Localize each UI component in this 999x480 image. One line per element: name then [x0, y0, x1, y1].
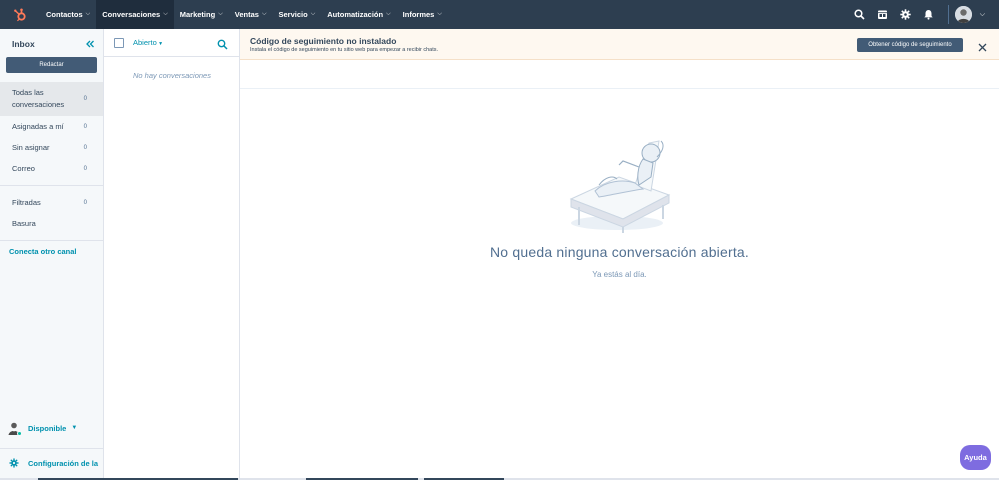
sidebar-nav: Todas las conversaciones 0 Asignadas a m… [0, 82, 103, 247]
sidebar-title: Inbox [12, 39, 35, 49]
connect-channel-link[interactable]: Conecta otro canal [9, 247, 77, 256]
search-icon[interactable] [848, 0, 871, 29]
sidebar-item-label: Asignadas a mí [12, 122, 64, 131]
sidebar-item-assigned-to-me[interactable]: Asignadas a mí 0 [0, 116, 103, 137]
caret-down-icon: ▼ [71, 425, 78, 431]
select-all-checkbox[interactable] [114, 38, 124, 48]
sidebar-divider [0, 448, 103, 449]
tracking-code-banner: Código de seguimiento no instalado Insta… [240, 29, 999, 60]
chevron-down-icon: ⌵ [85, 11, 91, 17]
nav-ventas[interactable]: Ventas ⌵ [229, 0, 273, 29]
nav-label: Marketing [179, 10, 216, 19]
avatar [7, 421, 22, 436]
chevron-down-icon: ⌵ [261, 11, 267, 17]
chevron-down-icon: ⌵ [218, 11, 223, 17]
sidebar-item-unassigned[interactable]: Sin asignar 0 [0, 137, 103, 158]
nav-separator [947, 5, 949, 24]
nav-label: Servicio [278, 10, 308, 19]
sidebar-item-label: Sin asignar [12, 143, 50, 152]
sidebar-item-all-conversations[interactable]: Todas las conversaciones 0 [0, 82, 103, 116]
sidebar-item-label: Basura [12, 219, 36, 228]
divider [240, 88, 999, 89]
conversation-pane: Código de seguimiento no instalado Insta… [240, 29, 999, 480]
bell-icon[interactable] [917, 0, 940, 29]
nav-label: Ventas [234, 10, 259, 19]
collapse-sidebar-icon[interactable] [84, 37, 96, 49]
availability-label: Disponible [28, 423, 67, 433]
compose-button[interactable]: Redactar [6, 57, 97, 73]
chevron-down-icon: ⌵ [386, 11, 391, 17]
gear-icon[interactable] [894, 0, 917, 29]
empty-state-subtitle: Ya estás al día. [592, 270, 647, 279]
chevron-down-icon: ⌵ [437, 11, 442, 17]
sidebar-divider [0, 185, 103, 186]
settings-label: Configuración de la [28, 458, 99, 468]
gear-icon [9, 458, 19, 468]
search-icon[interactable] [217, 37, 228, 55]
status-filter-dropdown[interactable]: Abierto ▼ [133, 38, 163, 47]
nav-contactos[interactable]: Contactos ⌵ [40, 0, 96, 29]
conversation-list: Abierto ▼ No hay conversaciones [104, 29, 240, 480]
nav-label: Informes [402, 10, 435, 19]
inbox-settings-link[interactable]: Configuración de la [9, 458, 98, 468]
sidebar-item-trash[interactable]: Basura [0, 213, 103, 234]
sidebar-divider [0, 240, 103, 241]
sidebar-item-count: 0 [83, 96, 87, 102]
conversation-list-header: Abierto ▼ [104, 29, 239, 57]
sidebar-item-count: 0 [83, 165, 87, 172]
banner-subtitle: Instala el código de seguimiento en tu s… [250, 47, 439, 53]
nav-conversaciones[interactable]: Conversaciones ⌵ [96, 0, 174, 29]
banner-title: Código de seguimiento no instalado [250, 36, 397, 46]
account-avatar[interactable] [954, 6, 972, 23]
chevron-down-icon: ⌵ [310, 11, 316, 17]
relaxing-illustration [565, 137, 675, 238]
sidebar-item-count: 0 [83, 123, 87, 130]
availability-toggle[interactable]: Disponible ▼ [7, 421, 78, 436]
caret-down-icon: ▼ [156, 41, 164, 47]
help-button[interactable]: Ayuda [960, 445, 991, 470]
sidebar-item-label: Filtradas [12, 198, 41, 207]
get-tracking-code-button[interactable]: Obtener código de seguimiento [857, 38, 963, 52]
sidebar-item-count: 0 [83, 144, 87, 151]
top-navigation-bar: Contactos ⌵ Conversaciones ⌵ Marketing ⌵ Ve… [0, 0, 999, 29]
nav-informes[interactable]: Informes ⌵ [397, 0, 448, 29]
sidebar-item-label: Correo [12, 164, 35, 173]
sidebar-item-email[interactable]: Correo 0 [0, 158, 103, 179]
nav-label: Contactos [46, 10, 83, 19]
sidebar-item-label: Todas las conversaciones [12, 88, 65, 109]
chevron-down-icon[interactable]: ⌵ [980, 11, 985, 19]
close-icon[interactable] [978, 39, 987, 57]
nav-marketing[interactable]: Marketing ⌵ [174, 0, 229, 29]
nav-servicio[interactable]: Servicio ⌵ [273, 0, 322, 29]
nav-automatizacion[interactable]: Automatización ⌵ [321, 0, 396, 29]
nav-label: Conversaciones [102, 10, 161, 19]
nav-label: Automatización [327, 10, 384, 19]
status-online-dot [17, 431, 22, 436]
filter-label: Abierto [133, 38, 157, 47]
hubspot-logo[interactable] [0, 0, 40, 29]
inbox-sidebar: Inbox Redactar Todas las conversaciones … [0, 29, 104, 480]
sidebar-item-count: 0 [83, 199, 87, 206]
chevron-down-icon: ⌵ [163, 11, 168, 17]
sidebar-item-filtered[interactable]: Filtradas 0 [0, 192, 103, 213]
empty-state-title: No queda ninguna conversación abierta. [490, 244, 749, 260]
empty-list-text: No hay conversaciones [133, 71, 211, 80]
marketplace-icon[interactable] [871, 0, 894, 29]
